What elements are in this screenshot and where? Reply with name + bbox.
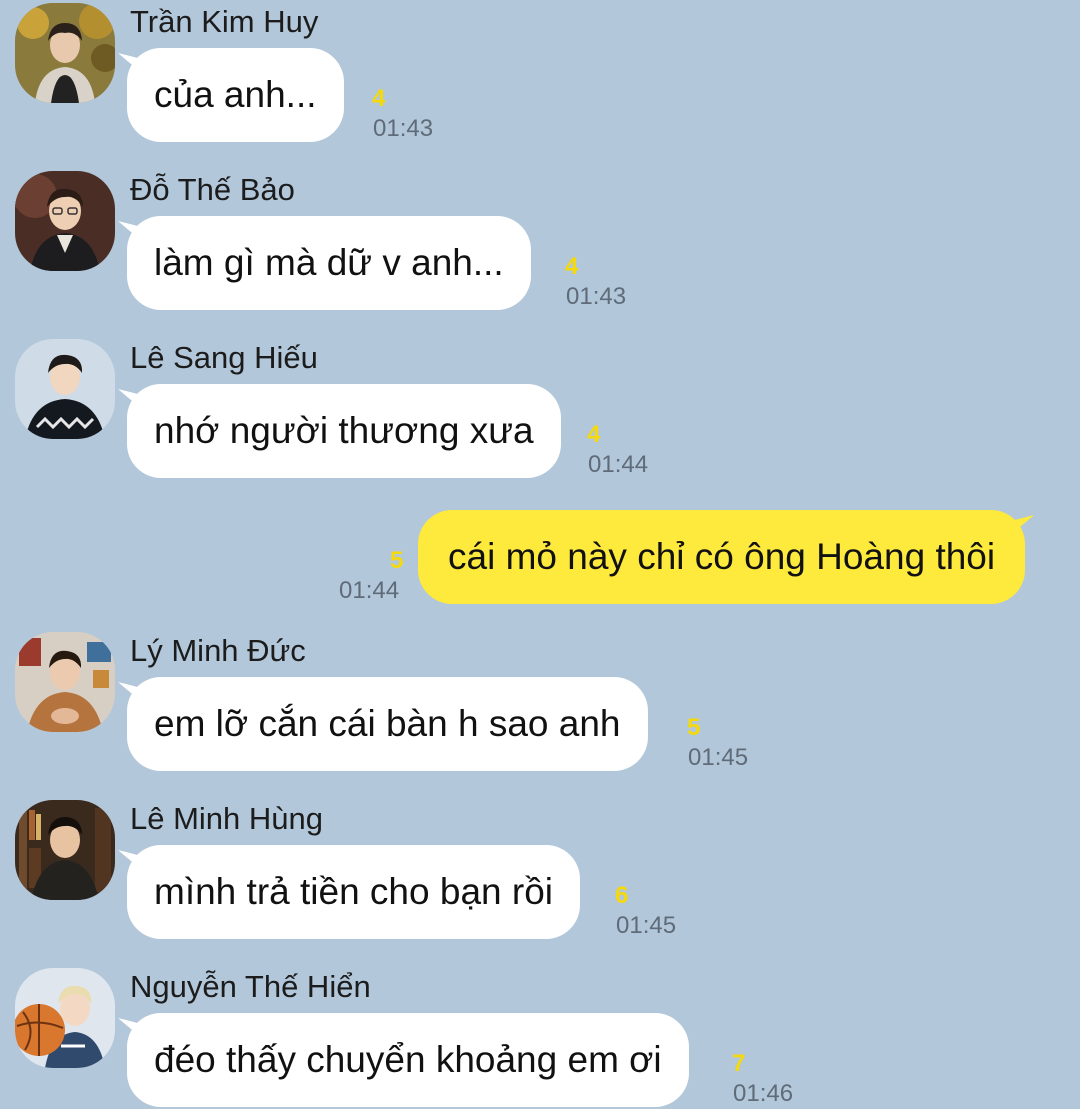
unread-count: 7 <box>732 1050 746 1077</box>
sender-name: Lê Minh Hùng <box>130 801 324 836</box>
unread-count: 5 <box>687 714 701 741</box>
unread-count: 4 <box>372 85 386 112</box>
message-timestamp: 01:43 <box>373 115 434 142</box>
message-bubble[interactable]: em lỡ cắn cái bàn h sao anh <box>127 677 648 771</box>
sender-avatar[interactable] <box>15 171 115 271</box>
avatar-photo-icon <box>15 632 115 732</box>
sender-avatar[interactable] <box>15 3 115 103</box>
sender-avatar[interactable] <box>15 632 115 732</box>
sender-avatar[interactable] <box>15 800 115 900</box>
unread-count: 6 <box>615 882 629 909</box>
avatar-photo-icon <box>15 968 115 1068</box>
message-timestamp: 01:45 <box>616 912 677 939</box>
sender-name: Nguyễn Thế Hiển <box>130 969 371 1004</box>
message-bubble[interactable]: đéo thấy chuyển khoảng em ơi <box>127 1013 689 1107</box>
sender-name: Đỗ Thế Bảo <box>130 172 295 207</box>
sender-avatar[interactable] <box>15 968 115 1068</box>
unread-count: 5 <box>390 547 404 574</box>
avatar-photo-icon <box>15 171 115 271</box>
message-bubble[interactable]: của anh... <box>127 48 344 142</box>
message-bubble-outgoing[interactable]: cái mỏ này chỉ có ông Hoàng thôi <box>418 510 1026 604</box>
message-timestamp: 01:45 <box>688 744 749 771</box>
message-timestamp: 01:43 <box>566 283 627 310</box>
unread-count: 4 <box>587 421 601 448</box>
sender-name: Lê Sang Hiếu <box>130 340 318 375</box>
sender-avatar[interactable] <box>15 339 115 439</box>
message-timestamp: 01:44 <box>339 577 400 604</box>
sender-name: Lý Minh Đức <box>130 633 306 668</box>
avatar-photo-icon <box>15 800 115 900</box>
sender-name: Trần Kim Huy <box>130 4 319 39</box>
message-timestamp: 01:46 <box>733 1080 794 1107</box>
unread-count: 4 <box>565 253 579 280</box>
message-timestamp: 01:44 <box>588 451 649 478</box>
avatar-photo-icon <box>15 3 115 103</box>
avatar-photo-icon <box>15 339 115 439</box>
message-bubble[interactable]: làm gì mà dữ v anh... <box>127 216 531 310</box>
message-bubble[interactable]: nhớ người thương xưa <box>127 384 561 478</box>
message-bubble[interactable]: mình trả tiền cho bạn rồi <box>127 845 580 939</box>
chat-message-list[interactable]: Trần Kim Huy của anh... 4 01:43 Đỗ Thế B… <box>0 0 1080 1109</box>
